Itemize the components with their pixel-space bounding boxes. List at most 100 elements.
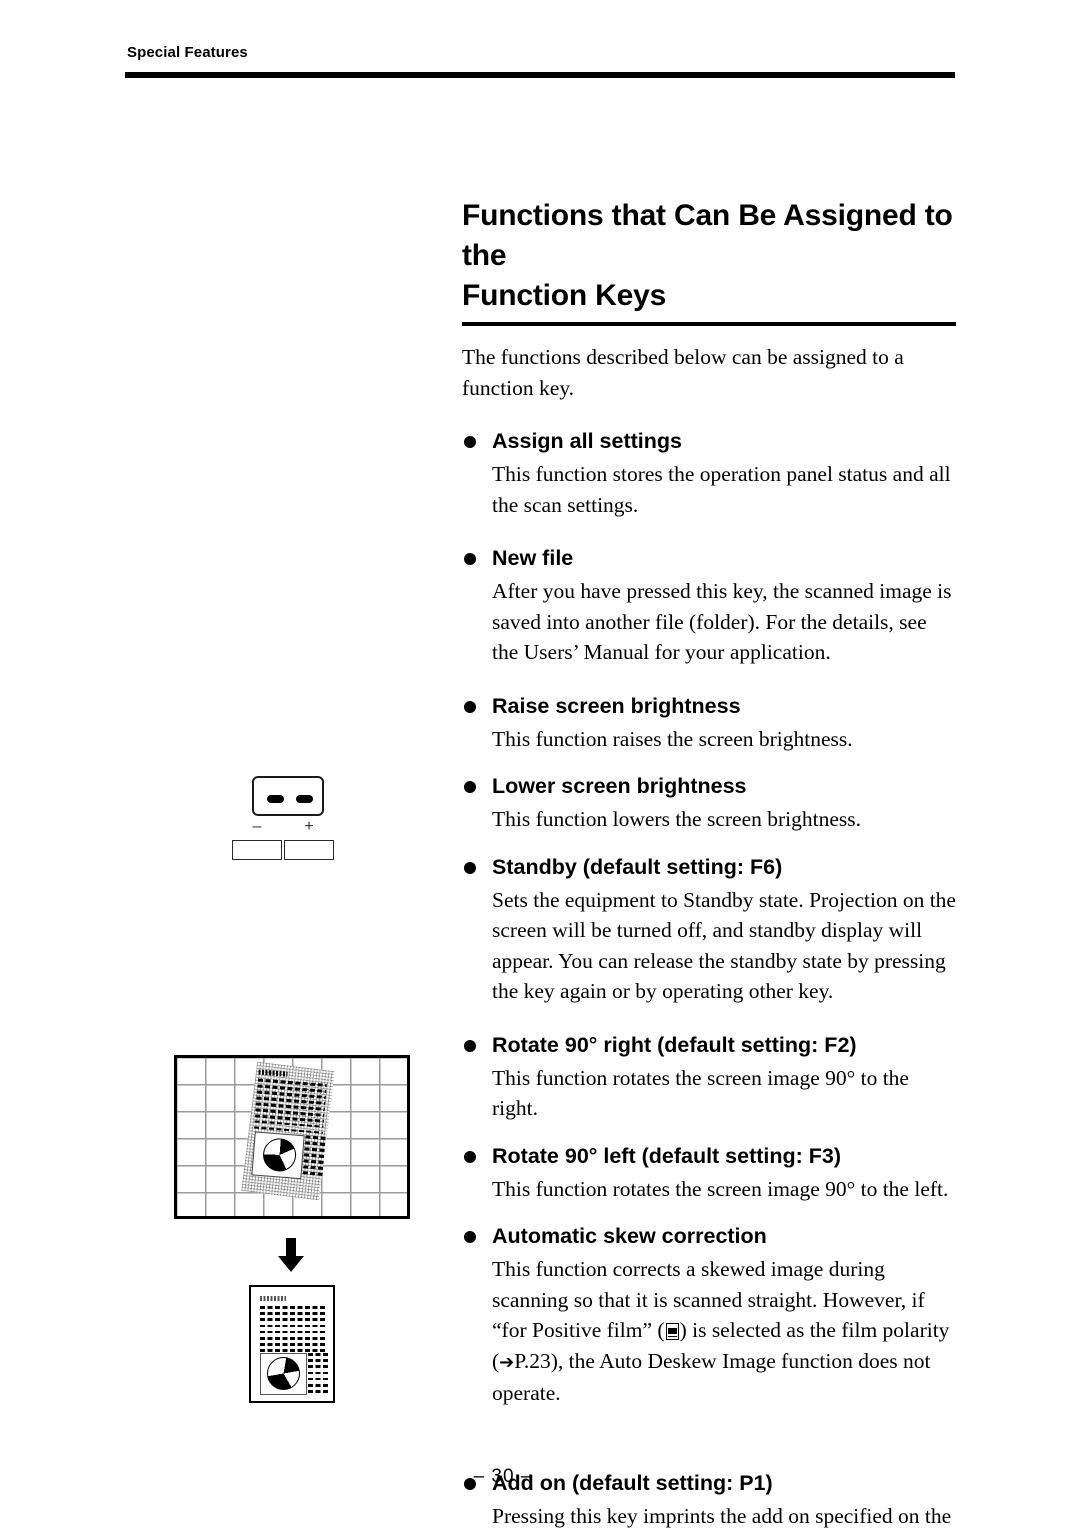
corrected-text-line	[308, 1377, 329, 1381]
corrected-text-line	[308, 1353, 329, 1356]
document-title-bar	[258, 1069, 288, 1077]
corrected-text-line	[308, 1383, 329, 1387]
section-new-file: New file After you have pressed this key…	[462, 544, 956, 668]
reference-arrow-icon: ➔	[499, 1351, 515, 1373]
section-body: Pressing this key imprints the add on sp…	[462, 1501, 956, 1528]
section-body-text: After you have pressed this key, the sca…	[492, 579, 952, 664]
display-segment-left	[267, 795, 284, 803]
running-header-title: Special Features	[127, 44, 248, 61]
display-segment-right	[296, 795, 313, 803]
addon-body-part1: Pressing this key imprints the add on sp…	[492, 1503, 952, 1528]
corrected-text-line	[260, 1336, 325, 1340]
corrected-document-content	[260, 1296, 329, 1395]
section-body: This function lowers the screen brightne…	[462, 804, 956, 835]
bullet-icon	[464, 1150, 476, 1163]
corrected-text-line	[308, 1371, 329, 1375]
page-title-line1: Functions that Can Be Assigned to the	[462, 199, 953, 272]
section-rotate-90-right: Rotate 90° right (default setting: F2) T…	[462, 1031, 956, 1124]
section-rotate-90-left: Rotate 90° left (default setting: F3) Th…	[462, 1142, 956, 1205]
corrected-text-line	[308, 1390, 329, 1393]
pie-chart-icon	[261, 1137, 298, 1173]
corrected-text-line	[260, 1318, 325, 1321]
section-body-text: Pressing this key imprints the add on sp…	[492, 1501, 956, 1528]
section-body: This function stores the operation panel…	[462, 459, 956, 520]
corrected-text-line	[308, 1365, 329, 1368]
section-heading: Raise screen brightness	[462, 692, 956, 720]
section-heading-label: Automatic skew correction	[492, 1224, 767, 1248]
header-rule	[125, 72, 955, 78]
panel-display	[252, 776, 324, 816]
pie-chart-icon	[267, 1357, 300, 1390]
corrected-text-line	[308, 1359, 329, 1362]
section-body-text: This function corrects a skewed image du…	[492, 1254, 956, 1409]
document-page: Special Features – + Functions that Can …	[0, 0, 1080, 1528]
positive-film-icon	[665, 1323, 679, 1340]
figure-skewed-document	[174, 1055, 410, 1219]
document-text-line	[303, 1159, 326, 1164]
page-title: Functions that Can Be Assigned to the Fu…	[462, 196, 956, 320]
section-heading: Standby (default setting: F6)	[462, 853, 956, 881]
corrected-side-text	[308, 1353, 329, 1396]
main-text-column: Functions that Can Be Assigned to the Fu…	[462, 196, 956, 1528]
down-arrow-icon	[278, 1238, 304, 1272]
section-raise-screen-brightness: Raise screen brightness This function ra…	[462, 692, 956, 755]
brightness-down-key	[232, 840, 282, 860]
section-heading-label: Rotate 90° left (default setting: F3)	[492, 1143, 842, 1168]
bullet-icon	[464, 781, 476, 793]
bullet-icon	[464, 1039, 476, 1052]
section-body-text: Sets the equipment to Standby state. Pro…	[492, 887, 956, 1004]
document-text-line	[302, 1171, 325, 1176]
section-body-text: This function stores the operation panel…	[492, 462, 951, 517]
document-text-line	[304, 1147, 327, 1152]
section-heading-label: New file	[492, 546, 574, 570]
bullet-icon	[464, 553, 476, 565]
section-body-text: This function raises the screen brightne…	[492, 726, 853, 751]
section-heading-label: Raise screen brightness	[492, 693, 741, 718]
brightness-plus-label: +	[304, 818, 314, 835]
document-chart-frame	[251, 1131, 305, 1180]
document-content	[249, 1069, 328, 1194]
intro-paragraph: The functions described below can be ass…	[462, 345, 904, 400]
bullet-icon	[464, 861, 476, 874]
title-rule	[462, 322, 956, 326]
document-side-text	[302, 1135, 328, 1178]
document-text-line	[303, 1165, 326, 1170]
corrected-document-title-bar	[260, 1296, 286, 1301]
bullet-icon	[464, 700, 476, 713]
section-body-text: This function lowers the screen brightne…	[492, 807, 861, 831]
corrected-chart-frame	[260, 1353, 307, 1395]
document-text-line	[304, 1153, 327, 1158]
section-heading: New file	[462, 544, 956, 572]
corrected-text-line	[260, 1306, 325, 1309]
section-body-text: This function rotates the screen image 9…	[492, 1176, 949, 1201]
section-body-text: This function rotates the screen image 9…	[492, 1065, 909, 1121]
bullet-icon	[464, 436, 476, 448]
section-body: After you have pressed this key, the sca…	[462, 576, 956, 668]
section-heading-label: Assign all settings	[492, 429, 682, 453]
skew-reference-page: P.23	[514, 1348, 551, 1373]
section-heading: Lower screen brightness	[462, 772, 956, 800]
section-body: This function raises the screen brightne…	[462, 724, 956, 755]
corrected-text-line	[260, 1330, 325, 1334]
brightness-up-key	[284, 840, 334, 860]
section-assign-all-settings: Assign all settings This function stores…	[462, 427, 956, 520]
corrected-text-line	[260, 1312, 325, 1315]
figure-corrected-document	[249, 1285, 335, 1403]
section-lower-screen-brightness: Lower screen brightness This function lo…	[462, 772, 956, 835]
section-heading-label: Rotate 90° right (default setting: F2)	[492, 1032, 857, 1057]
section-body: Sets the equipment to Standby state. Pro…	[462, 885, 956, 1007]
tilted-document	[241, 1061, 335, 1201]
section-body: This function rotates the screen image 9…	[462, 1063, 956, 1124]
section-body: This function rotates the screen image 9…	[462, 1174, 956, 1205]
section-heading: Automatic skew correction	[462, 1222, 956, 1250]
section-automatic-skew-correction: Automatic skew correction This function …	[462, 1222, 956, 1409]
brightness-minus-label: –	[252, 818, 262, 835]
section-heading: Rotate 90° right (default setting: F2)	[462, 1031, 956, 1059]
page-title-line2: Function Keys	[462, 279, 667, 312]
skew-body-part3: ), the Auto Deskew Image function does n…	[492, 1348, 931, 1406]
figure-brightness-panel: – +	[232, 776, 382, 866]
section-heading-label: Lower screen brightness	[492, 774, 747, 798]
section-body: This function corrects a skewed image du…	[462, 1254, 956, 1409]
bullet-icon	[464, 1231, 476, 1243]
corrected-text-line	[260, 1349, 325, 1352]
